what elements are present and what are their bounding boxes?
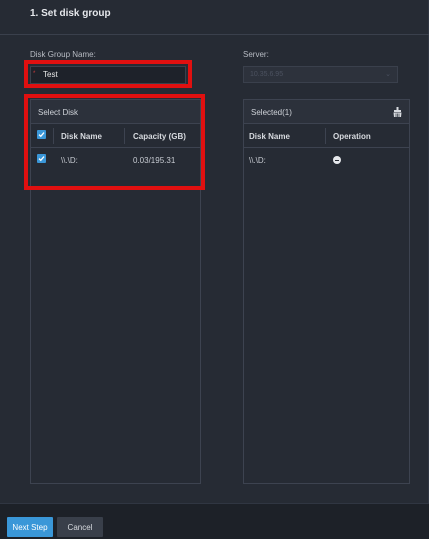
title-divider	[0, 34, 429, 35]
server-value: 10.35.6.95	[250, 71, 284, 78]
remove-icon[interactable]	[333, 156, 341, 164]
clear-all-icon[interactable]	[393, 107, 402, 117]
cancel-button[interactable]: Cancel	[57, 517, 103, 537]
set-disk-group-panel: 1. Set disk group Disk Group Name: Test …	[0, 0, 429, 503]
select-disk-header: Select Disk	[31, 100, 200, 124]
select-disk-table-header: Disk Name Capacity (GB)	[31, 124, 200, 148]
select-all-checkbox[interactable]	[37, 130, 46, 139]
table-row: \\.\D:	[244, 148, 409, 172]
step-title: 1. Set disk group	[30, 8, 111, 19]
selected-header: Selected(1)	[244, 100, 409, 124]
select-disk-panel: Select Disk Disk Name Capacity (GB) \\.\…	[30, 99, 201, 484]
column-header-capacity: Capacity (GB)	[133, 132, 186, 141]
server-select[interactable]: 10.35.6.95 ⌄	[243, 66, 398, 83]
disk-group-name-label: Disk Group Name:	[30, 50, 96, 59]
disk-group-name-input[interactable]: Test	[30, 66, 186, 84]
column-divider	[53, 128, 54, 144]
selected-disks-panel: Selected(1) Disk Name Operation \\.\D:	[243, 99, 410, 484]
next-step-button[interactable]: Next Step	[7, 517, 53, 537]
column-header-disk-name: Disk Name	[61, 132, 102, 141]
row-checkbox[interactable]	[37, 154, 46, 163]
disk-name-cell: \\.\D:	[249, 156, 266, 165]
footer-bar: Next Step Cancel	[0, 503, 429, 539]
column-header-operation: Operation	[333, 132, 371, 141]
capacity-cell: 0.03/195.31	[133, 156, 176, 165]
column-divider	[325, 128, 326, 144]
column-header-disk-name: Disk Name	[249, 132, 290, 141]
selected-table-header: Disk Name Operation	[244, 124, 409, 148]
required-marker: *	[33, 71, 36, 77]
disk-name-cell: \\.\D:	[61, 156, 78, 165]
server-label: Server:	[243, 50, 269, 59]
column-divider	[124, 128, 125, 144]
table-row[interactable]: \\.\D: 0.03/195.31	[31, 148, 200, 172]
chevron-down-icon: ⌄	[385, 71, 391, 78]
